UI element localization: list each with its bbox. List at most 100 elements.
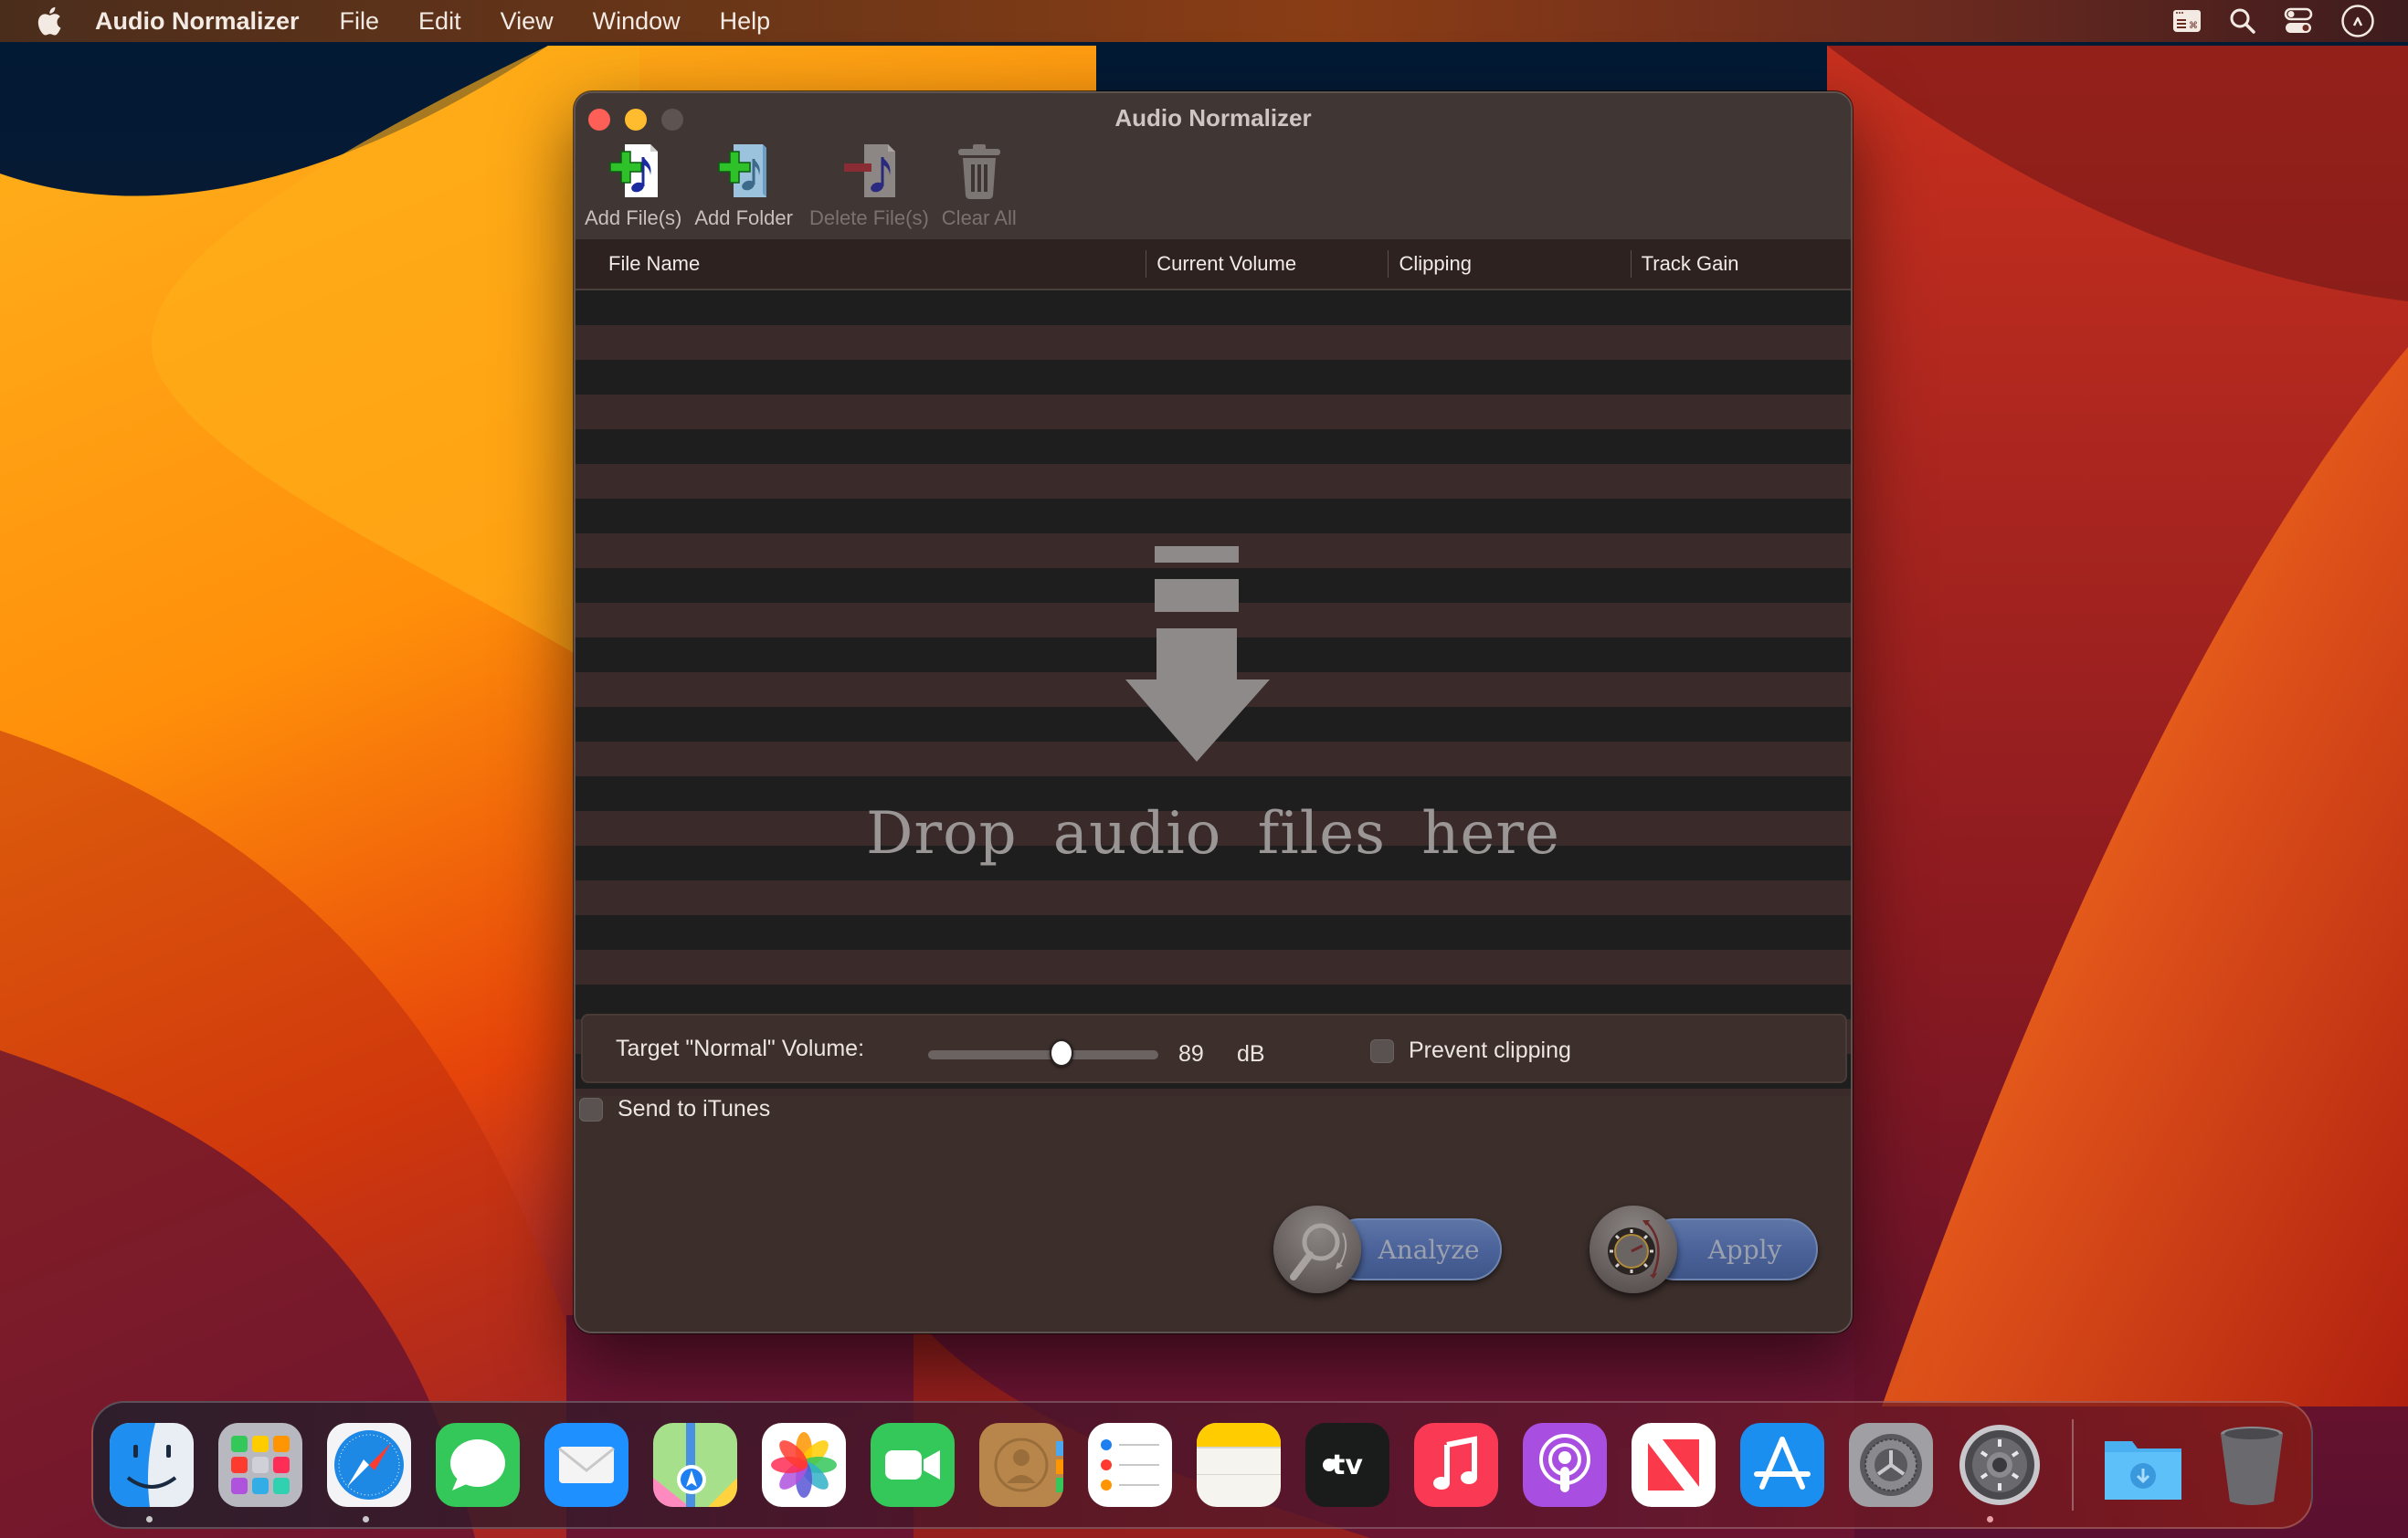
speaker-icon bbox=[1959, 1425, 2040, 1505]
news-icon bbox=[1632, 1423, 1716, 1507]
dock-contacts[interactable] bbox=[979, 1423, 1063, 1507]
safari-running-indicator bbox=[363, 1516, 369, 1522]
safari-icon bbox=[327, 1423, 411, 1507]
finder-icon bbox=[110, 1423, 194, 1507]
volume-settings-panel: Target "Normal" Volume: 89 dB Prevent cl… bbox=[581, 1014, 1847, 1083]
target-volume-label: Target "Normal" Volume: bbox=[616, 1035, 865, 1061]
prevent-clipping-option[interactable]: Prevent clipping bbox=[1370, 1038, 1571, 1064]
apply-button[interactable]: Apply bbox=[1589, 1206, 1820, 1293]
clear-all-label: Clear All bbox=[941, 206, 1017, 229]
magnifier-icon bbox=[1273, 1206, 1361, 1293]
clock-icon[interactable] bbox=[2340, 4, 2375, 38]
control-center-icon[interactable] bbox=[2284, 7, 2313, 35]
audio-normalizer-running-indicator bbox=[1987, 1516, 1993, 1522]
dock-finder[interactable] bbox=[110, 1423, 194, 1507]
messages-icon bbox=[436, 1423, 520, 1507]
dock-reminders[interactable] bbox=[1088, 1423, 1172, 1507]
volume-unit: dB bbox=[1237, 1041, 1265, 1067]
dock-maps[interactable] bbox=[653, 1423, 737, 1507]
add-folder-button[interactable]: Add Folder bbox=[694, 139, 793, 230]
menu-help[interactable]: Help bbox=[720, 7, 771, 36]
file-table-header: File Name Current Volume Clipping Track … bbox=[576, 239, 1851, 290]
drop-zone[interactable]: Drop audio files here bbox=[576, 290, 1851, 1096]
apple-tv-icon: tv bbox=[1305, 1423, 1389, 1507]
add-folder-label: Add Folder bbox=[694, 206, 793, 229]
dock-safari[interactable] bbox=[327, 1423, 411, 1507]
dock-system-preferences[interactable] bbox=[1849, 1423, 1933, 1507]
trash-bin-icon bbox=[2221, 1427, 2283, 1505]
column-current-volume[interactable]: Current Volume bbox=[1146, 239, 1388, 289]
dock-separator bbox=[2072, 1419, 2074, 1511]
download-arrow-icon bbox=[1125, 546, 1270, 762]
apple-menu-icon[interactable] bbox=[35, 5, 62, 37]
delete-file-icon bbox=[844, 144, 896, 197]
dock-app-store[interactable] bbox=[1740, 1423, 1824, 1507]
dock-messages[interactable] bbox=[436, 1423, 520, 1507]
drop-zone-text: Drop audio files here bbox=[866, 800, 1560, 868]
send-to-itunes-option[interactable]: Send to iTunes bbox=[579, 1096, 770, 1122]
mail-icon bbox=[544, 1423, 628, 1507]
photos-icon bbox=[762, 1423, 846, 1507]
menu-window[interactable]: Window bbox=[593, 7, 681, 36]
delete-files-button[interactable]: Delete File(s) bbox=[809, 139, 929, 230]
add-files-button[interactable]: Add File(s) bbox=[585, 139, 681, 230]
clear-all-button[interactable]: Clear All bbox=[942, 139, 1017, 230]
contacts-icon bbox=[979, 1423, 1063, 1507]
menu-app-name[interactable]: Audio Normalizer bbox=[95, 7, 300, 36]
add-file-icon bbox=[609, 144, 659, 197]
spotlight-search-icon[interactable] bbox=[2229, 7, 2256, 35]
dock-trash[interactable] bbox=[2210, 1423, 2294, 1507]
column-clipping[interactable]: Clipping bbox=[1388, 239, 1630, 289]
send-to-itunes-label: Send to iTunes bbox=[618, 1096, 771, 1122]
gain-knob-icon bbox=[1589, 1206, 1677, 1293]
notes-icon bbox=[1197, 1423, 1281, 1507]
delete-files-label: Delete File(s) bbox=[808, 206, 929, 229]
audio-normalizer-window: Audio Normalizer Add File(s) Add Folder … bbox=[574, 91, 1853, 1333]
maps-icon bbox=[653, 1423, 737, 1507]
dock-facetime[interactable] bbox=[871, 1423, 955, 1507]
svg-text:⌘: ⌘ bbox=[2189, 21, 2198, 31]
app-store-icon bbox=[1740, 1423, 1824, 1507]
slider-thumb[interactable] bbox=[1050, 1039, 1074, 1067]
reminders-icon bbox=[1088, 1423, 1172, 1507]
menu-view[interactable]: View bbox=[501, 7, 554, 36]
launchpad-icon bbox=[218, 1423, 302, 1507]
volume-value: 89 bbox=[1178, 1041, 1204, 1067]
dock-mail[interactable] bbox=[544, 1423, 628, 1507]
svg-text:tv: tv bbox=[1332, 1449, 1363, 1481]
dock-apple-tv[interactable]: tv bbox=[1305, 1423, 1389, 1507]
add-folder-icon bbox=[718, 144, 767, 197]
trash-icon bbox=[957, 144, 1000, 199]
dock-podcasts[interactable] bbox=[1523, 1423, 1607, 1507]
title-bar: Audio Normalizer Add File(s) Add Folder … bbox=[576, 93, 1851, 239]
prevent-clipping-checkbox[interactable] bbox=[1370, 1038, 1394, 1063]
toolbar: Add File(s) Add Folder Delete File(s) Cl… bbox=[585, 139, 1030, 230]
dock-audio-normalizer[interactable] bbox=[1958, 1423, 2042, 1507]
target-volume-slider[interactable] bbox=[928, 1039, 1158, 1067]
podcasts-icon bbox=[1523, 1423, 1607, 1507]
finder-running-indicator bbox=[146, 1516, 153, 1522]
system-preferences-icon bbox=[1849, 1423, 1933, 1507]
music-icon bbox=[1414, 1423, 1498, 1507]
analyze-button[interactable]: Analyze bbox=[1273, 1206, 1504, 1293]
file-list[interactable]: Drop audio files here bbox=[576, 290, 1851, 1096]
send-to-itunes-checkbox[interactable] bbox=[579, 1097, 603, 1122]
facetime-icon bbox=[871, 1423, 955, 1507]
column-track-gain[interactable]: Track Gain bbox=[1630, 239, 1851, 289]
keyboard-viewer-icon[interactable]: ⌘ bbox=[2172, 9, 2202, 33]
dock-photos[interactable] bbox=[762, 1423, 846, 1507]
dock-music[interactable] bbox=[1414, 1423, 1498, 1507]
window-title: Audio Normalizer bbox=[1114, 104, 1312, 132]
dock-news[interactable] bbox=[1632, 1423, 1716, 1507]
dock-launchpad[interactable] bbox=[218, 1423, 302, 1507]
column-file-name[interactable]: File Name bbox=[576, 239, 1146, 289]
menu-file[interactable]: File bbox=[340, 7, 380, 36]
prevent-clipping-label: Prevent clipping bbox=[1409, 1038, 1571, 1063]
downloads-folder-icon bbox=[2105, 1441, 2181, 1500]
dock-notes[interactable] bbox=[1197, 1423, 1281, 1507]
dock-downloads[interactable] bbox=[2101, 1423, 2185, 1507]
dock: tv bbox=[91, 1401, 2313, 1529]
add-files-label: Add File(s) bbox=[585, 206, 682, 229]
menu-edit[interactable]: Edit bbox=[418, 7, 461, 36]
menu-bar: Audio Normalizer File Edit View Window H… bbox=[0, 0, 2408, 42]
